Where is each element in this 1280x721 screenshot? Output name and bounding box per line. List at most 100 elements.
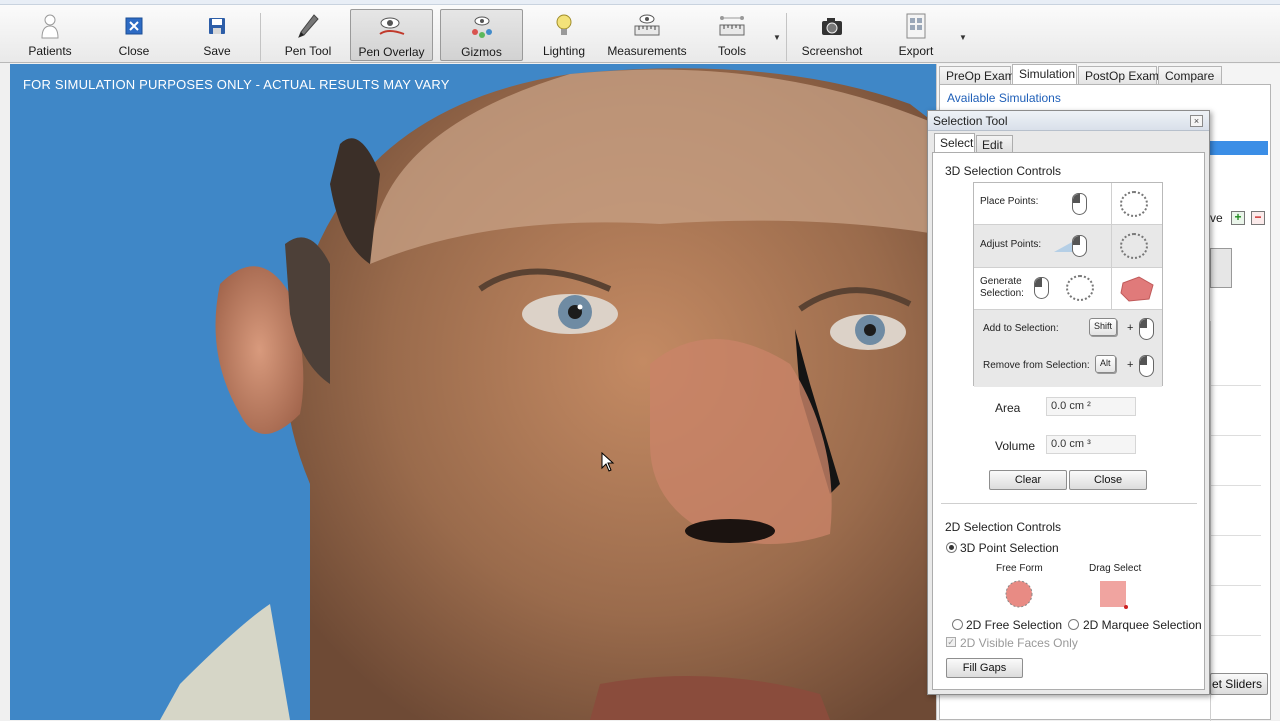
slider-list-area bbox=[1210, 321, 1268, 721]
close-selection-button[interactable]: Close bbox=[1069, 470, 1147, 490]
tab-edit[interactable]: Edit bbox=[976, 135, 1013, 153]
face-model-render bbox=[160, 68, 936, 720]
clear-button[interactable]: Clear bbox=[989, 470, 1067, 490]
free-form-label: Free Form bbox=[996, 563, 1043, 574]
modifier-rows: Add to Selection: Shift + Remove from Se… bbox=[974, 310, 1162, 387]
mouse-cursor-icon bbox=[601, 452, 615, 472]
pen-tool-button[interactable]: Pen Tool bbox=[278, 9, 338, 61]
close-doc-icon bbox=[119, 13, 149, 39]
gizmos-label: Gizmos bbox=[461, 45, 502, 59]
main-toolbar: Patients Close Save Pen Tool Pen Overlay… bbox=[0, 5, 1280, 63]
adjust-points-label: Adjust Points: bbox=[980, 239, 1042, 250]
simulation-disclaimer: FOR SIMULATION PURPOSES ONLY - ACTUAL RE… bbox=[23, 77, 450, 92]
alt-key-icon: Alt bbox=[1095, 355, 1116, 373]
camera-icon bbox=[817, 13, 847, 39]
area-value-field: 0.0 cm ² bbox=[1046, 397, 1136, 416]
tools-icon bbox=[717, 13, 747, 39]
volume-value-field: 0.0 cm ³ bbox=[1046, 435, 1136, 454]
reset-sliders-button[interactable]: et Sliders bbox=[1210, 673, 1268, 695]
pen-overlay-icon bbox=[377, 14, 407, 40]
add-simulation-icon[interactable]: + bbox=[1231, 211, 1245, 225]
tools-dropdown-icon[interactable]: ▼ bbox=[773, 33, 781, 42]
visible-faces-checkbox[interactable]: ✓ bbox=[946, 637, 956, 647]
tab-simulation[interactable]: Simulation bbox=[1012, 64, 1077, 85]
toolbar-separator bbox=[786, 13, 787, 61]
alt-click-mouse-icon bbox=[1139, 355, 1154, 377]
generate-selection-row: Generate Selection: bbox=[974, 268, 1162, 310]
export-icon bbox=[901, 13, 931, 39]
simulation-thumbnail[interactable] bbox=[1210, 248, 1232, 288]
double-click-mouse-icon bbox=[1034, 277, 1049, 299]
drag-mouse-icon bbox=[1072, 235, 1087, 257]
fill-gaps-button[interactable]: Fill Gaps bbox=[946, 658, 1023, 678]
tab-compare[interactable]: Compare bbox=[1158, 66, 1222, 84]
select-tab-body: 3D Selection Controls Place Points: Adju… bbox=[932, 152, 1205, 690]
3d-viewport[interactable]: FOR SIMULATION PURPOSES ONLY - ACTUAL RE… bbox=[10, 64, 936, 720]
remove-simulation-icon[interactable]: − bbox=[1251, 211, 1265, 225]
dotted-loop-adjust-icon bbox=[1120, 233, 1148, 259]
pen-icon bbox=[293, 13, 323, 39]
dotted-loop-generate-icon bbox=[1066, 275, 1094, 301]
person-icon bbox=[35, 13, 65, 39]
place-points-row: Place Points: bbox=[974, 183, 1162, 225]
toolbar-separator bbox=[260, 13, 261, 61]
2d-selection-title: 2D Selection Controls bbox=[945, 520, 1062, 534]
shift-key-icon: Shift bbox=[1089, 318, 1118, 336]
ruler-icon bbox=[632, 13, 662, 39]
3d-point-selection-label: 3D Point Selection bbox=[960, 541, 1059, 555]
2d-free-selection-radio[interactable] bbox=[952, 619, 963, 630]
patients-button[interactable]: Patients bbox=[20, 9, 80, 61]
patients-label: Patients bbox=[28, 44, 72, 58]
generate-selection-label-1: Generate bbox=[980, 276, 1022, 287]
screenshot-label: Screenshot bbox=[801, 44, 863, 58]
tab-preop-exam[interactable]: PreOp Exam bbox=[939, 66, 1015, 84]
volume-label: Volume bbox=[995, 439, 1036, 453]
pen-overlay-button[interactable]: Pen Overlay bbox=[350, 9, 433, 61]
selected-simulation-row[interactable] bbox=[1210, 141, 1268, 155]
2d-marquee-selection-radio[interactable] bbox=[1068, 619, 1079, 630]
tools-label: Tools bbox=[717, 44, 746, 58]
remove-from-selection-label: Remove from Selection: bbox=[983, 360, 1090, 371]
dotted-loop-icon bbox=[1120, 191, 1148, 217]
close-label: Close bbox=[118, 44, 150, 58]
close-button[interactable]: Close bbox=[104, 9, 164, 61]
tab-select[interactable]: Select bbox=[934, 133, 975, 153]
gizmos-button[interactable]: Gizmos bbox=[440, 9, 523, 61]
filled-selection-icon bbox=[1120, 276, 1154, 302]
pen-tool-label: Pen Tool bbox=[284, 44, 332, 58]
dialog-close-icon[interactable]: × bbox=[1190, 115, 1203, 127]
2d-free-selection-label: 2D Free Selection bbox=[966, 618, 1063, 632]
plus-sign: + bbox=[1127, 322, 1134, 334]
save-partial-label: ve bbox=[1210, 211, 1223, 225]
dialog-title: Selection Tool bbox=[928, 111, 1209, 131]
pen-overlay-label: Pen Overlay bbox=[358, 45, 425, 59]
generate-selection-label-2: Selection: bbox=[980, 288, 1024, 299]
drag-select-icon bbox=[1100, 581, 1128, 609]
3d-selection-title: 3D Selection Controls bbox=[945, 164, 1062, 178]
export-button[interactable]: Export bbox=[886, 9, 946, 61]
screenshot-button[interactable]: Screenshot bbox=[800, 9, 864, 61]
measurements-button[interactable]: Measurements bbox=[606, 9, 688, 61]
drag-select-label: Drag Select bbox=[1089, 563, 1142, 574]
measurements-label: Measurements bbox=[607, 44, 687, 58]
lighting-button[interactable]: Lighting bbox=[534, 9, 594, 61]
available-simulations-label: Available Simulations bbox=[947, 91, 1061, 105]
save-button[interactable]: Save bbox=[187, 9, 247, 61]
tools-button[interactable]: Tools bbox=[702, 9, 762, 61]
dialog-title-text: Selection Tool bbox=[933, 114, 1008, 128]
add-to-selection-label: Add to Selection: bbox=[983, 323, 1059, 334]
gizmos-icon bbox=[467, 14, 497, 40]
visible-faces-label: 2D Visible Faces Only bbox=[960, 636, 1078, 650]
free-form-icon bbox=[1005, 580, 1033, 608]
save-label: Save bbox=[203, 44, 231, 58]
selection-tool-dialog: Selection Tool × Select Edit 3D Selectio… bbox=[927, 110, 1210, 695]
3d-point-selection-radio[interactable] bbox=[946, 542, 957, 553]
place-points-label: Place Points: bbox=[980, 196, 1039, 207]
section-divider bbox=[941, 503, 1197, 504]
tab-postop-exam[interactable]: PostOp Exam bbox=[1078, 66, 1159, 84]
2d-marquee-selection-label: 2D Marquee Selection bbox=[1083, 618, 1202, 632]
left-click-mouse-icon bbox=[1072, 193, 1087, 215]
shift-click-mouse-icon bbox=[1139, 318, 1154, 340]
selection-controls-table: Place Points: Adjust Points: Generate Se… bbox=[973, 182, 1163, 387]
export-dropdown-icon[interactable]: ▼ bbox=[959, 33, 967, 42]
